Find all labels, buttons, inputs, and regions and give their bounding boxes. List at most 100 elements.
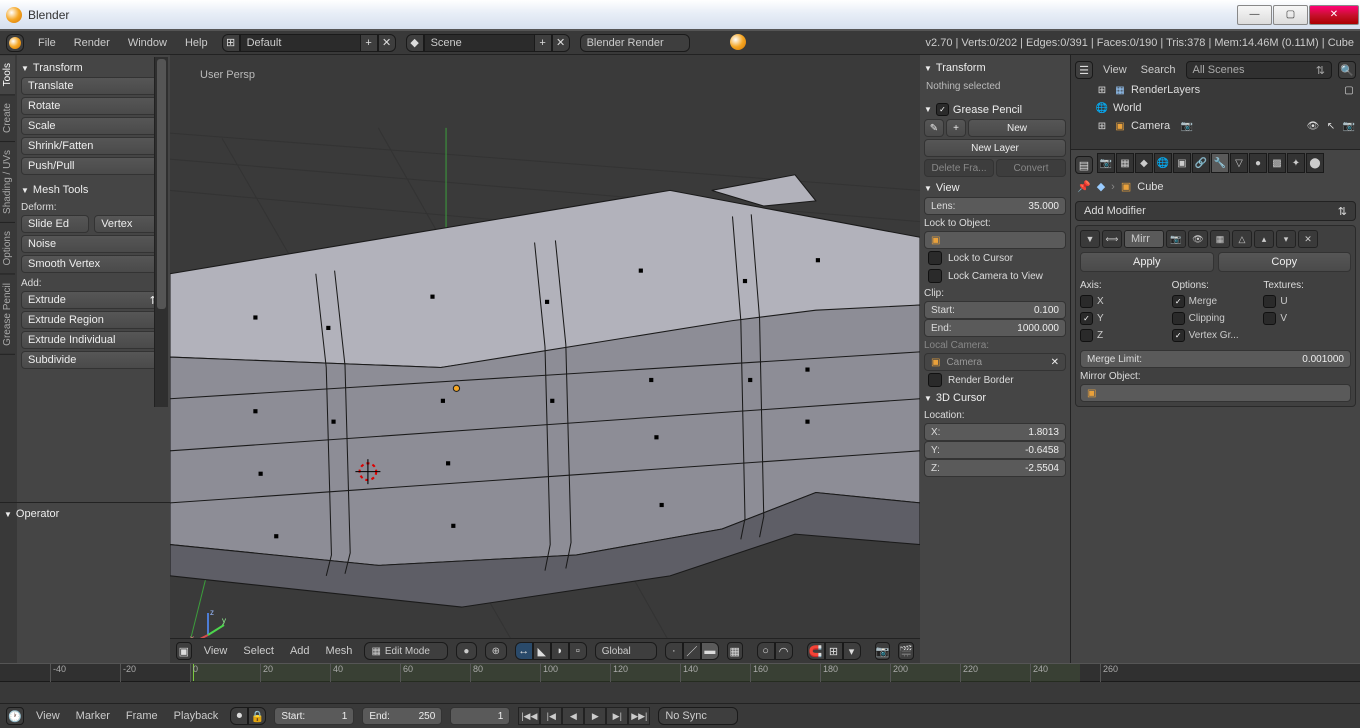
play-reverse-button[interactable]: ◀ — [562, 707, 584, 725]
clipping-checkbox[interactable]: Clipping — [1172, 310, 1260, 327]
smooth-vertex-button[interactable]: Smooth Vertex — [21, 255, 166, 273]
vp-menu-mesh[interactable]: Mesh — [322, 645, 357, 657]
viewport-shading-dropdown[interactable]: ● — [456, 642, 477, 660]
lens-field[interactable]: Lens:35.000 — [924, 197, 1066, 215]
snap-element-dropdown[interactable]: ⊞ — [825, 642, 843, 660]
tab-create[interactable]: Create — [0, 95, 15, 142]
subdivide-button[interactable]: Subdivide — [21, 351, 166, 369]
expand-icon[interactable]: ⊞ — [1095, 83, 1109, 97]
tree-item-world[interactable]: 🌐World — [1075, 99, 1356, 117]
outliner-editor-type-button[interactable]: ☰ — [1075, 61, 1093, 79]
select-icon[interactable]: ↖ — [1324, 119, 1338, 133]
start-frame-field[interactable]: Start:1 — [274, 707, 354, 725]
tl-menu-frame[interactable]: Frame — [122, 710, 162, 722]
gp-draw-button[interactable]: ✎ — [924, 119, 944, 137]
tab-shading-uvs[interactable]: Shading / UVs — [0, 142, 15, 223]
manipulator-scale[interactable]: ▫ — [569, 642, 587, 660]
texture-v-checkbox[interactable]: V — [1263, 310, 1351, 327]
extrude-region-button[interactable]: Extrude Region — [21, 311, 166, 329]
render-border-checkbox[interactable]: Render Border — [924, 371, 1066, 389]
3d-viewport[interactable]: User Persp (1) Cube z x y ▣ View Select … — [170, 55, 920, 663]
n-view-header[interactable]: View — [924, 179, 1066, 197]
n-transform-header[interactable]: Transform — [924, 59, 1066, 77]
mod-viewport-toggle[interactable]: 👁 — [1188, 230, 1208, 248]
outliner-search-button[interactable]: 🔍 — [1338, 61, 1356, 79]
cursor-x-field[interactable]: X:1.8013 — [924, 423, 1066, 441]
scene-add-button[interactable]: + — [534, 34, 552, 52]
limit-selection-button[interactable]: ▦ — [727, 642, 743, 660]
opengl-render-button[interactable]: 📷 — [875, 642, 891, 660]
mod-move-up-button[interactable]: ▴ — [1254, 230, 1274, 248]
local-camera-field[interactable]: ▣Camera✕ — [924, 353, 1066, 371]
select-mode-edge-button[interactable]: ／ — [683, 642, 701, 660]
screen-browse-button[interactable]: ⊞ — [222, 34, 240, 52]
ptab-physics[interactable]: ⬤ — [1306, 153, 1324, 173]
orientation-dropdown[interactable]: Global — [595, 642, 657, 660]
snap-target-dropdown[interactable]: ▾ — [843, 642, 861, 660]
outliner-filter-dropdown[interactable]: All Scenes⇅ — [1186, 61, 1332, 79]
auto-keyframe-button[interactable]: ⏺ — [230, 707, 248, 725]
add-modifier-dropdown[interactable]: Add Modifier⇅ — [1075, 201, 1356, 221]
mirror-y-checkbox[interactable]: ✓Y — [1080, 310, 1168, 327]
ptab-modifiers[interactable]: 🔧 — [1211, 153, 1229, 173]
mod-delete-button[interactable]: ✕ — [1298, 230, 1318, 248]
vp-menu-select[interactable]: Select — [239, 645, 278, 657]
mirror-z-checkbox[interactable]: Z — [1080, 327, 1168, 344]
cursor-y-field[interactable]: Y:-0.6458 — [924, 441, 1066, 459]
mod-render-toggle[interactable]: 📷 — [1166, 230, 1186, 248]
lock-camera-checkbox[interactable]: Lock Camera to View — [924, 267, 1066, 285]
tree-item-camera[interactable]: ⊞▣Camera📷👁↖📷 — [1075, 117, 1356, 135]
jump-next-key-button[interactable]: ▶| — [606, 707, 628, 725]
menu-window[interactable]: Window — [124, 37, 171, 49]
outliner-menu-search[interactable]: Search — [1137, 64, 1180, 76]
menu-render[interactable]: Render — [70, 37, 114, 49]
clip-end-field[interactable]: End:1000.000 — [924, 319, 1066, 337]
ptab-world[interactable]: 🌐 — [1154, 153, 1172, 173]
proportional-edit-dropdown[interactable]: ○ — [757, 642, 775, 660]
mod-cage-toggle[interactable]: △ — [1232, 230, 1252, 248]
ptab-texture[interactable]: ▩ — [1268, 153, 1286, 173]
extrude-dropdown[interactable]: Extrude⇅ — [21, 291, 166, 309]
visibility-icon[interactable]: 👁 — [1306, 119, 1320, 133]
ptab-constraints[interactable]: 🔗 — [1192, 153, 1210, 173]
jump-last-button[interactable]: ▶▶| — [628, 707, 650, 725]
ptab-material[interactable]: ● — [1249, 153, 1267, 173]
timeline-ruler[interactable]: -40-200204060801001201401601802002202402… — [0, 664, 1360, 682]
mod-expand-button[interactable]: ▼ — [1080, 230, 1100, 248]
pin-icon[interactable]: 📌 — [1077, 180, 1091, 193]
jump-prev-key-button[interactable]: |◀ — [540, 707, 562, 725]
tl-menu-marker[interactable]: Marker — [72, 710, 114, 722]
modifier-apply-button[interactable]: Apply — [1080, 252, 1214, 272]
screen-layout-dropdown[interactable]: Default — [240, 34, 360, 52]
tl-menu-view[interactable]: View — [32, 710, 64, 722]
expand-icon[interactable]: ⊞ — [1095, 119, 1109, 133]
toolshelf-scrollbar[interactable] — [154, 57, 168, 407]
shrink-fatten-button[interactable]: Shrink/Fatten — [21, 137, 166, 155]
editor-type-button[interactable] — [6, 34, 24, 52]
scene-dropdown[interactable]: Scene — [424, 34, 534, 52]
mesh-tools-panel-header[interactable]: Mesh Tools — [21, 181, 166, 199]
sync-dropdown[interactable]: No Sync — [658, 707, 738, 725]
vp-menu-add[interactable]: Add — [286, 645, 314, 657]
window-maximize-button[interactable]: ▢ — [1273, 5, 1308, 25]
editor-type-3dview-button[interactable]: ▣ — [176, 642, 192, 660]
current-frame-field[interactable]: 1 — [450, 707, 510, 725]
render-icon[interactable]: 📷 — [1342, 119, 1356, 133]
ptab-particles[interactable]: ✦ — [1287, 153, 1305, 173]
pivot-dropdown[interactable]: ⊕ — [485, 642, 507, 660]
push-pull-button[interactable]: Push/Pull — [21, 157, 166, 175]
texture-u-checkbox[interactable]: U — [1263, 293, 1351, 310]
lock-cursor-checkbox[interactable]: Lock to Cursor — [924, 249, 1066, 267]
mod-editmode-toggle[interactable]: ▦ — [1210, 230, 1230, 248]
ptab-render[interactable]: 📷 — [1097, 153, 1115, 173]
transform-panel-header[interactable]: Transform — [21, 59, 166, 77]
timeline-editor-type-button[interactable]: 🕐 — [6, 707, 24, 725]
slide-edge-button[interactable]: Slide Ed — [21, 215, 89, 233]
noise-button[interactable]: Noise — [21, 235, 166, 253]
outliner-menu-view[interactable]: View — [1099, 64, 1131, 76]
jump-first-button[interactable]: |◀◀ — [518, 707, 540, 725]
scale-button[interactable]: Scale — [21, 117, 166, 135]
operator-panel-header[interactable]: Operator — [4, 505, 59, 523]
select-mode-vertex-button[interactable]: · — [665, 642, 683, 660]
clip-start-field[interactable]: Start:0.100 — [924, 301, 1066, 319]
